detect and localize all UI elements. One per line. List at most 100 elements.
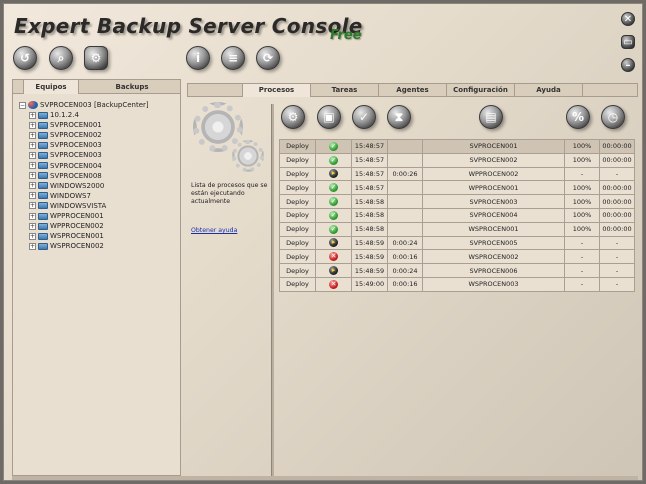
- expand-icon[interactable]: +: [29, 131, 36, 139]
- cell-elapsed: 0:00:16: [387, 249, 423, 265]
- tab-ayuda[interactable]: Ayuda: [515, 84, 583, 97]
- tab-agentes[interactable]: Agentes: [379, 84, 447, 97]
- tree-node[interactable]: + SVPROCEN008: [19, 171, 180, 181]
- expand-icon[interactable]: +: [29, 202, 36, 210]
- cell-percent: 100%: [564, 207, 600, 223]
- expand-icon[interactable]: +: [29, 182, 36, 190]
- update-icon[interactable]: ⟳: [256, 46, 280, 70]
- computer-icon: [38, 131, 48, 139]
- table-row[interactable]: Deploy ✓ 15:48:58 SVPROCEN004 100% 00:00:00: [279, 207, 635, 223]
- cell-type: Deploy: [279, 235, 316, 251]
- tree-node[interactable]: + WINDOWS2000: [19, 181, 180, 191]
- cell-type: Deploy: [279, 207, 316, 223]
- table-row[interactable]: Deploy ▸ 15:48:59 0:00:24 SVPROCEN006- -: [279, 263, 635, 278]
- table-row[interactable]: Deploy ✓ 15:48:57 SVPROCEN001 100% 00:00:00: [279, 139, 635, 154]
- cell-start: 15:48:58: [351, 221, 388, 237]
- help-link[interactable]: Obtener ayuda: [191, 227, 237, 234]
- status-ok-icon: ✓: [329, 155, 338, 165]
- tab-configuracion[interactable]: Configuración: [447, 84, 515, 97]
- table-row[interactable]: Deploy ✕ 15:48:59 0:00:16 WSPROCEN002- -: [279, 249, 635, 265]
- info-icon[interactable]: i: [186, 46, 210, 70]
- expand-icon[interactable]: +: [29, 141, 36, 149]
- tree-root-node[interactable]: − SVPROCEN003 [BackupCenter]: [19, 100, 180, 110]
- tree-node[interactable]: + WSPROCEN001: [19, 231, 180, 241]
- tree-node-label: WPPROCEN001: [50, 212, 104, 221]
- expand-icon[interactable]: +: [29, 232, 36, 240]
- expand-icon[interactable]: +: [29, 162, 36, 170]
- tab-backups[interactable]: Backups: [95, 80, 169, 94]
- expand-icon[interactable]: +: [29, 192, 36, 200]
- tree-node[interactable]: + WPPROCEN002: [19, 221, 180, 231]
- disk-settings-icon[interactable]: ⚙: [84, 46, 108, 70]
- restore-icon[interactable]: ▭: [621, 35, 635, 49]
- tree-node[interactable]: + SVPROCEN004: [19, 161, 180, 171]
- check-circle-icon[interactable]: ✓: [352, 105, 376, 129]
- tree-node[interactable]: + WPPROCEN001: [19, 211, 180, 221]
- table-row[interactable]: Deploy ✓ 15:48:57 SVPROCEN002 100% 00:00:00: [279, 152, 635, 168]
- tree-node[interactable]: + WINDOWS7: [19, 191, 180, 201]
- document-icon[interactable]: ≡: [221, 46, 245, 70]
- tree-node-label: WINDOWS7: [50, 191, 91, 200]
- close-icon[interactable]: ✕: [621, 12, 635, 26]
- computer-icon: [38, 212, 48, 220]
- tree-node[interactable]: + SVPROCEN002: [19, 130, 180, 140]
- computer-icon[interactable]: ▤: [479, 105, 503, 129]
- hourglass-icon[interactable]: ⧗: [387, 105, 411, 129]
- cell-host: WPPROCEN001: [422, 180, 565, 196]
- tree-node[interactable]: + WSPROCEN002: [19, 241, 180, 251]
- expand-icon[interactable]: +: [29, 242, 36, 250]
- cell-percent: 100%: [564, 139, 600, 154]
- tree-node[interactable]: + SVPROCEN001: [19, 120, 180, 130]
- table-row[interactable]: Deploy ✓ 15:48:58 SVPROCEN003 100% 00:00:00: [279, 194, 635, 209]
- lock-icon[interactable]: ▣: [317, 105, 341, 129]
- tab-blank[interactable]: [188, 84, 243, 97]
- tab-tareas[interactable]: Tareas: [311, 84, 379, 97]
- cell-start: 15:48:59: [351, 263, 388, 278]
- expand-icon[interactable]: +: [29, 111, 36, 119]
- expand-icon[interactable]: +: [29, 151, 36, 159]
- gear-small-icon: [232, 140, 264, 172]
- clock-check-icon[interactable]: ◷: [601, 105, 625, 129]
- tree-node-label: SVPROCEN003: [50, 141, 102, 150]
- table-row[interactable]: Deploy ▸ 15:48:59 0:00:24 SVPROCEN005- -: [279, 235, 635, 251]
- app-edition: Free: [330, 28, 362, 43]
- tree-node[interactable]: + SVPROCEN003: [19, 140, 180, 150]
- expand-icon[interactable]: +: [29, 121, 36, 129]
- gears-icon[interactable]: ⚙: [281, 105, 305, 129]
- tab-equipos[interactable]: Equipos: [23, 80, 79, 94]
- cell-percent: -: [564, 166, 600, 182]
- expand-icon[interactable]: +: [29, 212, 36, 220]
- tree-node-label: WSPROCEN001: [50, 232, 104, 241]
- status-ok-icon: ✓: [329, 141, 338, 151]
- app-window: Expert Backup Server Console Free ✕ ▭ – …: [3, 3, 643, 481]
- process-table: Deploy ✓ 15:48:57 SVPROCEN001 100% 00:00:00 De…: [279, 139, 635, 292]
- status-error-icon: ✕: [329, 279, 338, 289]
- expand-icon[interactable]: +: [29, 222, 36, 230]
- computer-icon: [38, 232, 48, 240]
- tab-procesos[interactable]: Procesos: [243, 84, 311, 97]
- cell-host: SVPROCEN001: [422, 139, 565, 154]
- percent-icon[interactable]: %: [566, 105, 590, 129]
- tree-node-label: SVPROCEN004: [50, 161, 102, 170]
- cell-start: 15:48:57: [351, 152, 388, 168]
- expand-icon[interactable]: +: [29, 172, 36, 180]
- table-row[interactable]: Deploy ✓ 15:48:58 WSPROCEN001 100% 00:00:00: [279, 221, 635, 237]
- tree-node[interactable]: + WINDOWSVISTA: [19, 201, 180, 211]
- search-icon[interactable]: ⌕: [49, 46, 73, 70]
- table-row[interactable]: Deploy ✓ 15:48:57 WPPROCEN001 100% 00:00:00: [279, 180, 635, 196]
- computer-icon: [38, 121, 48, 129]
- table-row[interactable]: Deploy ✕ 15:49:00 0:00:16 WSPROCEN003- -: [279, 276, 635, 292]
- cell-percent: -: [564, 276, 600, 292]
- tree-node[interactable]: + SVPROCEN003: [19, 150, 180, 160]
- computer-icon: [38, 182, 48, 190]
- back-refresh-icon[interactable]: ↺: [13, 46, 37, 70]
- collapse-icon[interactable]: −: [19, 101, 26, 109]
- computer-icon: [38, 151, 48, 159]
- pane-splitter[interactable]: [271, 104, 274, 476]
- minimize-icon[interactable]: –: [621, 58, 635, 72]
- cell-type: Deploy: [279, 249, 316, 265]
- tree-node[interactable]: +10.1.2.4: [19, 110, 180, 120]
- status-cell: ✓: [315, 221, 352, 237]
- status-cell: ▸: [315, 263, 352, 278]
- table-row[interactable]: Deploy ▸ 15:48:57 0:00:26 WPPROCEN002- -: [279, 166, 635, 182]
